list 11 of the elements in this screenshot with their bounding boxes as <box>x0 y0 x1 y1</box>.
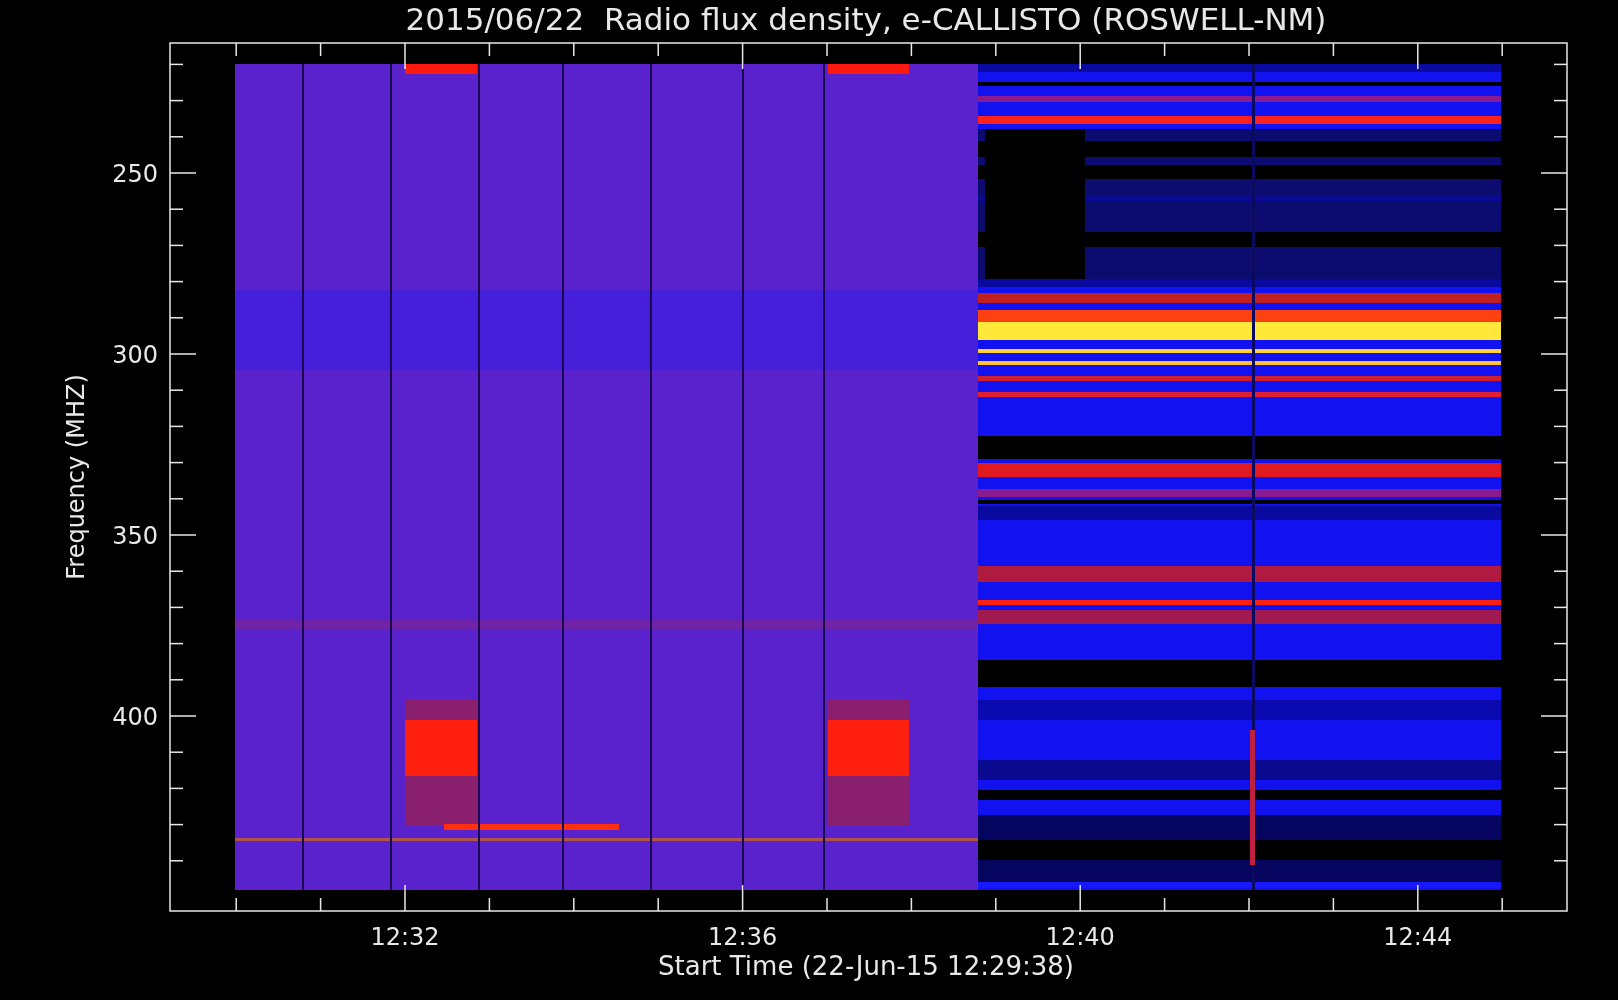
y-tick-label: 250 <box>112 160 158 188</box>
y-tick-label: 400 <box>112 703 158 731</box>
chart-title: 2015/06/22 Radio flux density, e-CALLISTO (ROSWELL-NM) <box>405 1 1327 37</box>
x-tick-label: 12:44 <box>1383 923 1453 951</box>
y-axis-title: Frequency (MHZ) <box>62 374 90 580</box>
x-tick-label: 12:40 <box>1045 923 1115 951</box>
y-tick-label: 350 <box>112 522 158 550</box>
x-tick-label: 12:32 <box>370 923 440 951</box>
x-axis-title: Start Time (22-Jun-15 12:29:38) <box>658 951 1074 981</box>
x-tick-label: 12:36 <box>708 923 778 951</box>
y-tick-label: 300 <box>112 341 158 369</box>
